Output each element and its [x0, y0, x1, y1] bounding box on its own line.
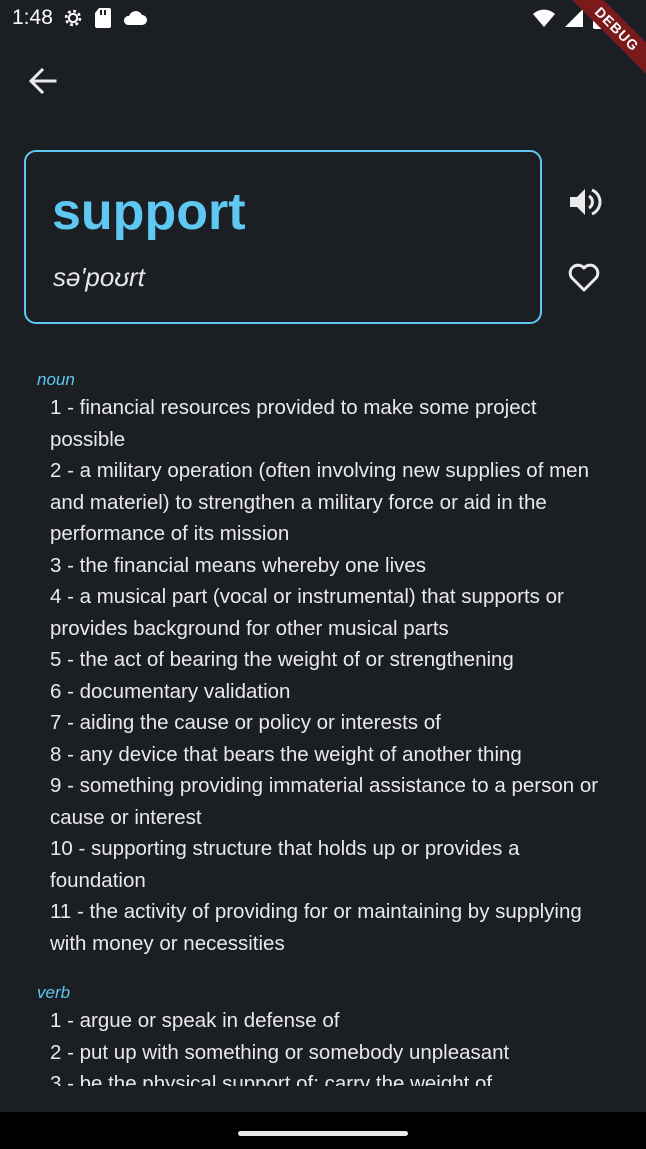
definition-item: 6 - documentary validation	[50, 679, 291, 703]
back-arrow-icon	[28, 67, 57, 95]
favorite-button[interactable]	[566, 259, 602, 295]
definition-item: 8 - any device that bears the weight of …	[50, 742, 522, 766]
noun-section: noun 1 - financial resources provided to…	[0, 368, 646, 959]
definition-item: 2 - put up with something or somebody un…	[50, 1040, 510, 1064]
sd-card-icon	[95, 8, 111, 28]
definition-item: 3 - be the physical support of; carry th…	[50, 1072, 493, 1086]
definition-item: 1 - argue or speak in defense of	[50, 1009, 340, 1032]
definition-item: 11 - the activity of providing for or ma…	[50, 900, 582, 955]
definitions-list[interactable]: noun 1 - financial resources provided to…	[0, 368, 646, 1086]
word-card: support sə'poʊrt	[24, 150, 542, 324]
definition-item: 7 - aiding the cause or policy or intere…	[50, 711, 441, 734]
status-time: 1:48	[12, 6, 53, 29]
status-bar: 1:48 DEBUG	[0, 0, 646, 90]
heart-outline-icon	[568, 263, 600, 292]
word-title: support	[52, 183, 246, 241]
part-of-speech-label: verb	[37, 983, 71, 1002]
definition-item: 3 - the financial means whereby one live…	[50, 553, 427, 577]
cloud-icon	[123, 11, 147, 25]
settings-icon	[64, 9, 82, 27]
definition-item: 1 - financial resources provided to make…	[50, 396, 537, 451]
verb-section: verb 1 - argue or speak in defense of 2 …	[0, 981, 646, 1086]
signal-icon	[565, 9, 583, 27]
definition-item: 9 - something providing immaterial assis…	[50, 774, 599, 829]
part-of-speech-label: noun	[37, 370, 75, 389]
play-pronunciation-button[interactable]	[566, 184, 602, 220]
wifi-icon	[533, 9, 555, 27]
definition-item: 2 - a military operation (often involvin…	[50, 459, 589, 545]
speaker-icon	[570, 188, 602, 216]
definition-item: 10 - supporting structure that holds up …	[50, 837, 520, 892]
definition-item: 4 - a musical part (vocal or instrumenta…	[50, 585, 564, 640]
definition-item: 5 - the act of bearing the weight of or …	[50, 648, 514, 671]
home-indicator[interactable]	[238, 1131, 408, 1136]
back-button[interactable]	[26, 64, 60, 98]
status-icons-left	[62, 7, 148, 29]
word-pronunciation: sə'poʊrt	[53, 262, 145, 292]
